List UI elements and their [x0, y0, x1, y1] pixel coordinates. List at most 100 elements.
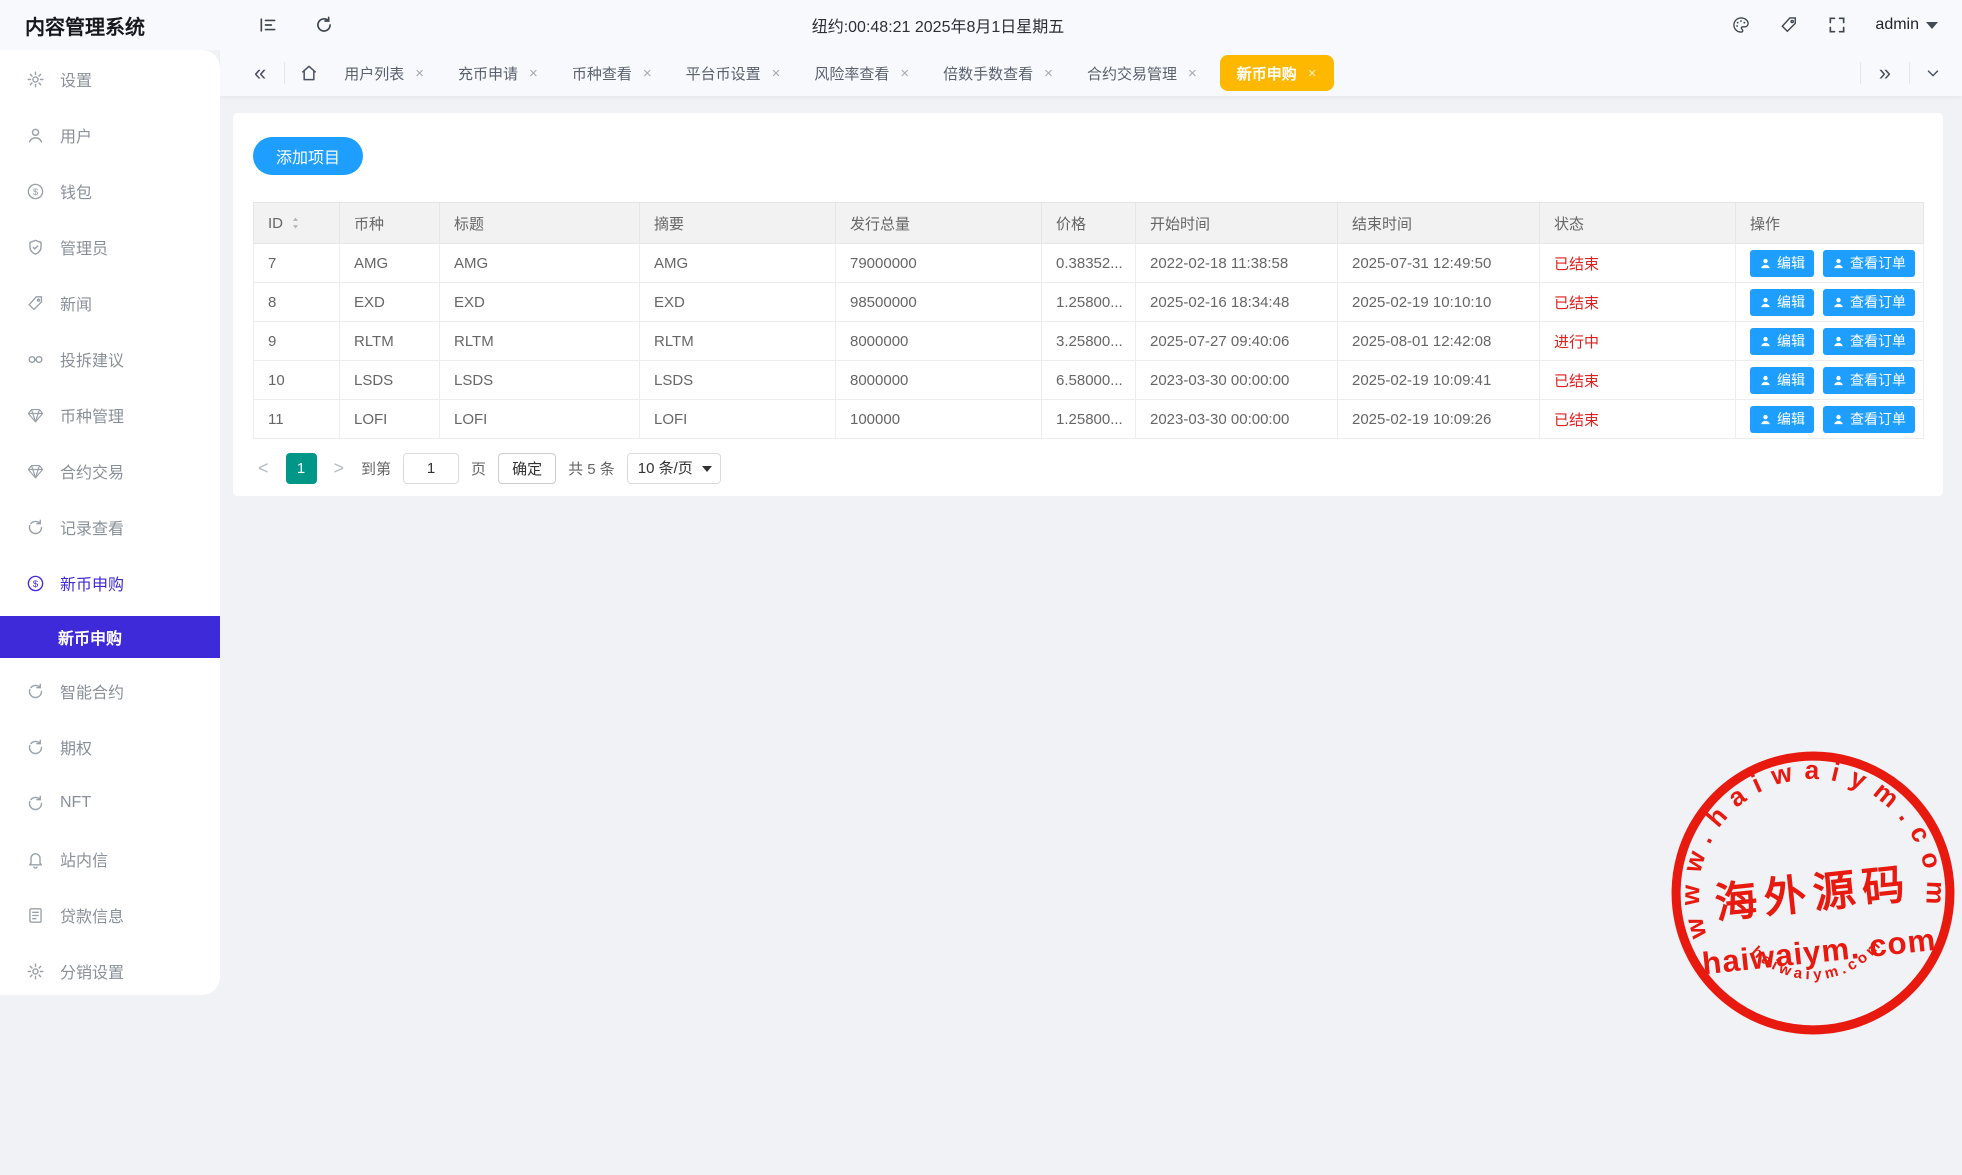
page-number[interactable]: 1 [286, 453, 317, 484]
cell: 1.25800... [1042, 400, 1136, 439]
cell: 8000000 [836, 322, 1042, 361]
menu-fold-icon[interactable] [258, 15, 278, 35]
column-header: 操作 [1736, 203, 1924, 244]
view-order-button[interactable]: 查看订单 [1823, 406, 1915, 433]
prev-page-icon[interactable]: < [253, 458, 274, 479]
actions-cell: 编辑查看订单 [1736, 322, 1924, 361]
sidebar-item-新币申购[interactable]: $新币申购 [0, 555, 220, 611]
sort-icon[interactable] [289, 216, 302, 231]
tab-用户列表[interactable]: 用户列表× [327, 50, 441, 96]
edit-button[interactable]: 编辑 [1750, 406, 1814, 433]
home-icon[interactable] [299, 63, 319, 83]
sidebar-subitem-新币申购[interactable]: 新币申购 [0, 616, 220, 658]
close-icon[interactable]: × [415, 66, 424, 81]
tab-倍数手数查看[interactable]: 倍数手数查看× [926, 50, 1070, 96]
close-icon[interactable]: × [772, 66, 781, 81]
close-icon[interactable]: × [1188, 66, 1197, 81]
table-row: 8EXDEXDEXD985000001.25800...2025-02-16 1… [254, 283, 1924, 322]
tab-新币申购[interactable]: 新币申购× [1220, 55, 1334, 91]
sidebar-item-设置[interactable]: 设置 [0, 51, 220, 107]
sidebar-item-钱包[interactable]: $钱包 [0, 163, 220, 219]
sidebar-item-贷款信息[interactable]: 贷款信息 [0, 887, 220, 943]
sidebar-item-分销设置[interactable]: 分销设置 [0, 943, 220, 999]
user-menu[interactable]: admin [1875, 16, 1938, 34]
view-order-button[interactable]: 查看订单 [1823, 289, 1915, 316]
close-icon[interactable]: × [900, 66, 909, 81]
tabs-scroll-right-icon[interactable]: » [1875, 62, 1895, 84]
cell: EXD [640, 283, 836, 322]
sidebar-item-投拆建议[interactable]: 投拆建议 [0, 331, 220, 387]
gem-icon [26, 462, 45, 481]
view-order-button[interactable]: 查看订单 [1823, 250, 1915, 277]
tabs-scroll-left-icon[interactable]: « [250, 62, 270, 84]
close-icon[interactable]: × [1308, 66, 1317, 81]
sidebar-item-记录查看[interactable]: 记录查看 [0, 499, 220, 555]
page-size-select[interactable]: 10 条/页 [627, 453, 721, 484]
watermark-stamp: www.haiwaiym.com 海外源码 haiwaiym. com haiw… [1647, 727, 1962, 1059]
cell: 2023-03-30 00:00:00 [1136, 400, 1338, 439]
history-icon [26, 794, 45, 813]
sidebar-item-合约交易[interactable]: 合约交易 [0, 443, 220, 499]
view-order-button[interactable]: 查看订单 [1823, 328, 1915, 355]
dollar-circle-icon: $ [26, 182, 45, 201]
column-header[interactable]: ID [254, 203, 340, 244]
projects-table: ID币种标题摘要发行总量价格开始时间结束时间状态操作 7AMGAMGAMG790… [253, 202, 1924, 439]
tab-合约交易管理[interactable]: 合约交易管理× [1070, 50, 1214, 96]
theme-palette-icon[interactable] [1731, 15, 1751, 35]
refresh-icon[interactable] [314, 15, 334, 35]
column-header: 发行总量 [836, 203, 1042, 244]
dollar-circle-icon: $ [26, 574, 45, 593]
tab-label: 币种查看 [572, 63, 632, 84]
cell: 6.58000... [1042, 361, 1136, 400]
confirm-button[interactable]: 确定 [498, 453, 556, 484]
column-header: 开始时间 [1136, 203, 1338, 244]
bell-icon [26, 850, 45, 869]
view-order-button-label: 查看订单 [1850, 253, 1906, 273]
tag-icon[interactable] [1779, 15, 1799, 35]
add-project-button[interactable]: 添加项目 [253, 137, 363, 175]
cell: RLTM [440, 322, 640, 361]
tab-风险率查看[interactable]: 风险率查看× [797, 50, 926, 96]
history-icon [26, 682, 45, 701]
actions-cell: 编辑查看订单 [1736, 361, 1924, 400]
top-header: 内容管理系统 纽约:00:48:21 2025年8月1日星期五 admin [0, 0, 1962, 50]
page-size-select-wrap: 10 条/页 [627, 453, 721, 484]
person-icon [1832, 335, 1845, 348]
edit-button[interactable]: 编辑 [1750, 367, 1814, 394]
pagination: < 1 > 到第 页 确定 共 5 条 10 条/页 [253, 453, 1923, 484]
next-page-icon[interactable]: > [329, 458, 350, 479]
person-icon [1832, 296, 1845, 309]
edit-button[interactable]: 编辑 [1750, 250, 1814, 277]
sidebar-item-label: 管理员 [60, 235, 108, 259]
column-header-label: 标题 [454, 213, 484, 234]
page-input[interactable] [403, 453, 459, 484]
edit-button[interactable]: 编辑 [1750, 328, 1814, 355]
cell: 100000 [836, 400, 1042, 439]
sidebar-item-NFT[interactable]: NFT [0, 775, 220, 831]
gear-icon [26, 962, 45, 981]
sidebar-item-新闻[interactable]: 新闻 [0, 275, 220, 331]
edit-button[interactable]: 编辑 [1750, 289, 1814, 316]
sidebar-item-用户[interactable]: 用户 [0, 107, 220, 163]
tab-平台币设置[interactable]: 平台币设置× [669, 50, 798, 96]
fullscreen-icon[interactable] [1827, 15, 1847, 35]
sidebar-item-币种管理[interactable]: 币种管理 [0, 387, 220, 443]
sidebar-item-智能合约[interactable]: 智能合约 [0, 663, 220, 719]
column-header-label: 操作 [1750, 213, 1780, 234]
view-order-button[interactable]: 查看订单 [1823, 367, 1915, 394]
cell: AMG [440, 244, 640, 283]
cell: 2023-03-30 00:00:00 [1136, 361, 1338, 400]
tab-充币申请[interactable]: 充币申请× [441, 50, 555, 96]
sidebar-item-管理员[interactable]: 管理员 [0, 219, 220, 275]
sidebar-item-站内信[interactable]: 站内信 [0, 831, 220, 887]
stamp-center-text: 海外源码 [1713, 860, 1914, 927]
history-icon [26, 518, 45, 537]
tabs-menu-chevron-icon[interactable] [1924, 64, 1942, 82]
close-icon[interactable]: × [529, 66, 538, 81]
close-icon[interactable]: × [1044, 66, 1053, 81]
cell: LSDS [440, 361, 640, 400]
sidebar-item-期权[interactable]: 期权 [0, 719, 220, 775]
tabs-list: 用户列表×充币申请×币种查看×平台币设置×风险率查看×倍数手数查看×合约交易管理… [327, 50, 1339, 96]
tab-币种查看[interactable]: 币种查看 × [555, 50, 669, 96]
close-icon[interactable]: × [643, 66, 652, 81]
